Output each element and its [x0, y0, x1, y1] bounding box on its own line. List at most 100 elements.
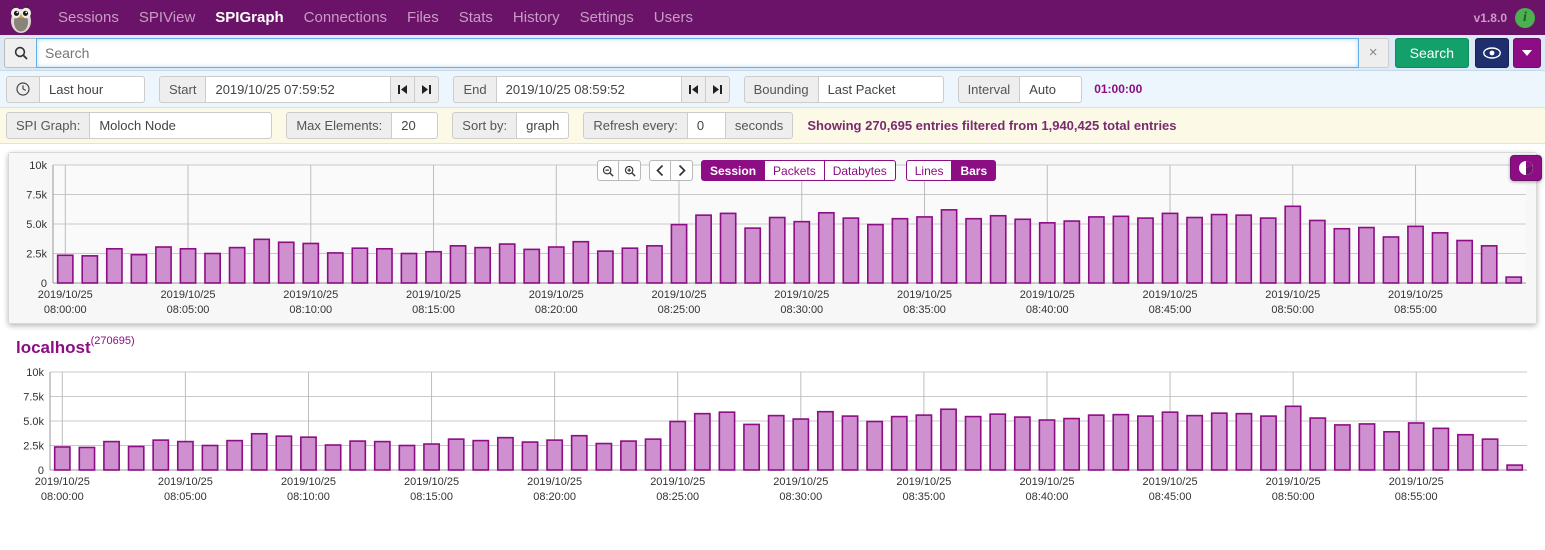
info-circle-icon[interactable]: i — [1515, 7, 1535, 28]
showing-entries-label: Showing 270,695 entries filtered from 1,… — [807, 118, 1177, 133]
metric-packets-button[interactable]: Packets — [765, 160, 825, 181]
chevron-left-icon[interactable] — [649, 160, 671, 181]
sort-by-select[interactable]: graph — [517, 112, 570, 139]
nav-link-files[interactable]: Files — [397, 0, 449, 35]
search-input[interactable] — [36, 37, 1359, 68]
svg-text:5.0k: 5.0k — [23, 416, 44, 428]
svg-text:08:45:00: 08:45:00 — [1149, 304, 1192, 316]
svg-text:7.5k: 7.5k — [26, 190, 47, 202]
svg-text:2019/10/25: 2019/10/25 — [897, 289, 952, 301]
search-button[interactable]: Search — [1394, 37, 1469, 68]
svg-text:08:05:00: 08:05:00 — [167, 304, 210, 316]
nav-link-settings[interactable]: Settings — [570, 0, 644, 35]
search-bar: × Search — [0, 35, 1545, 71]
end-step-forward-icon[interactable] — [705, 75, 730, 103]
svg-text:08:50:00: 08:50:00 — [1272, 491, 1315, 503]
svg-text:2019/10/25: 2019/10/25 — [651, 289, 706, 301]
svg-text:2019/10/25: 2019/10/25 — [1265, 289, 1320, 301]
nav-link-spiview[interactable]: SPIView — [129, 0, 205, 35]
nav-link-spigraph[interactable]: SPIGraph — [205, 0, 293, 35]
eye-icon[interactable] — [1475, 37, 1509, 68]
svg-text:2019/10/25: 2019/10/25 — [1266, 476, 1321, 488]
sort-by-label: Sort by: — [452, 112, 518, 139]
spigraph-chart-panel: 10k 7.5k 5.0k 2.5k 0 2019/10/25 08:00:00 2019/1… — [8, 152, 1542, 324]
nav-link-stats[interactable]: Stats — [449, 0, 503, 35]
bounding-label: Bounding — [743, 75, 819, 103]
svg-text:2019/10/25: 2019/10/25 — [1142, 289, 1197, 301]
duration-label: 01:00:00 — [1094, 82, 1143, 96]
interval-label: Interval — [957, 75, 1021, 103]
svg-text:2019/10/25: 2019/10/25 — [527, 476, 582, 488]
clock-icon[interactable] — [6, 75, 40, 103]
nav-link-users[interactable]: Users — [644, 0, 703, 35]
spigraph-field-select[interactable]: Moloch Node — [90, 112, 273, 139]
svg-text:2019/10/25: 2019/10/25 — [283, 289, 338, 301]
end-step-backward-icon[interactable] — [681, 75, 706, 103]
svg-text:08:25:00: 08:25:00 — [658, 304, 701, 316]
style-lines-button[interactable]: Lines — [905, 160, 953, 181]
pie-chart-icon[interactable] — [1510, 155, 1542, 181]
svg-text:08:05:00: 08:05:00 — [164, 491, 207, 503]
chevron-right-icon[interactable] — [671, 160, 693, 181]
svg-text:08:55:00: 08:55:00 — [1395, 491, 1438, 503]
zoom-out-icon[interactable] — [597, 160, 619, 181]
max-elements-input[interactable]: 20 — [392, 112, 439, 139]
host-chart-section: localhost (270695) 10k 7.5k 5.0k 2.5k 0 2019/… — [0, 335, 1545, 512]
host-title: localhost (270695) — [16, 335, 1537, 358]
version-label: v1.8.0 — [1473, 10, 1507, 25]
metric-toggle-group: Session Packets Databytes — [701, 160, 896, 181]
max-elements-label: Max Elements: — [286, 112, 393, 139]
refresh-input[interactable]: 0 — [687, 112, 726, 139]
style-bars-button[interactable]: Bars — [952, 160, 997, 181]
svg-text:08:20:00: 08:20:00 — [535, 304, 578, 316]
svg-text:2019/10/25: 2019/10/25 — [773, 476, 828, 488]
owl-logo-icon[interactable] — [6, 3, 36, 34]
zoom-in-icon[interactable] — [619, 160, 641, 181]
nav-link-history[interactable]: History — [503, 0, 570, 35]
svg-text:08:40:00: 08:40:00 — [1026, 491, 1069, 503]
time-range-select[interactable]: Last hour — [40, 75, 145, 103]
svg-text:10k: 10k — [29, 160, 47, 172]
bounding-select[interactable]: Last Packet — [818, 75, 944, 103]
nav-links: Sessions SPIView SPIGraph Connections Fi… — [48, 0, 703, 35]
svg-text:2019/10/25: 2019/10/25 — [529, 289, 584, 301]
nav-link-connections[interactable]: Connections — [294, 0, 397, 35]
svg-text:08:15:00: 08:15:00 — [410, 491, 453, 503]
svg-text:2019/10/25: 2019/10/25 — [1388, 289, 1443, 301]
end-time-group: End 2019/10/25 08:59:52 — [453, 75, 730, 103]
svg-text:08:45:00: 08:45:00 — [1149, 491, 1192, 503]
navbar-right: v1.8.0 i — [1473, 7, 1535, 28]
navbar: Sessions SPIView SPIGraph Connections Fi… — [0, 0, 1545, 35]
svg-text:2019/10/25: 2019/10/25 — [1019, 476, 1074, 488]
svg-text:08:35:00: 08:35:00 — [902, 491, 945, 503]
interval-select[interactable]: Auto — [1020, 75, 1083, 103]
spigraph-label: SPI Graph: — [6, 112, 91, 139]
svg-text:08:10:00: 08:10:00 — [287, 491, 330, 503]
nav-link-sessions[interactable]: Sessions — [48, 0, 129, 35]
zoom-button-group — [597, 160, 641, 181]
end-label: End — [453, 75, 497, 103]
search-icon[interactable] — [4, 37, 36, 68]
svg-text:2019/10/25: 2019/10/25 — [774, 289, 829, 301]
svg-text:08:00:00: 08:00:00 — [41, 491, 84, 503]
start-step-backward-icon[interactable] — [391, 75, 416, 103]
refresh-label: Refresh every: — [583, 112, 688, 139]
search-dropdown-caret-icon[interactable] — [1513, 37, 1541, 68]
style-toggle-group: Lines Bars — [905, 160, 997, 181]
end-time-input[interactable]: 2019/10/25 08:59:52 — [496, 75, 682, 103]
metric-session-button[interactable]: Session — [701, 160, 766, 181]
host-bar-chart[interactable]: 10k7.5k5.0k2.5k02019/10/2508:00:002019/1… — [8, 362, 1537, 512]
start-time-group: Start 2019/10/25 07:59:52 — [159, 75, 440, 103]
start-step-forward-icon[interactable] — [415, 75, 440, 103]
seconds-label: seconds — [725, 112, 794, 139]
start-time-input[interactable]: 2019/10/25 07:59:52 — [206, 75, 392, 103]
svg-text:08:30:00: 08:30:00 — [780, 304, 823, 316]
svg-text:08:25:00: 08:25:00 — [656, 491, 699, 503]
clear-search-button[interactable]: × — [1358, 37, 1389, 68]
bounding-group: Bounding Last Packet — [743, 75, 944, 103]
metric-databytes-button[interactable]: Databytes — [824, 160, 896, 181]
svg-text:08:55:00: 08:55:00 — [1394, 304, 1437, 316]
svg-text:2.5k: 2.5k — [26, 249, 47, 261]
host-name-label[interactable]: localhost — [16, 338, 91, 358]
time-range-group: Last hour — [6, 75, 145, 103]
